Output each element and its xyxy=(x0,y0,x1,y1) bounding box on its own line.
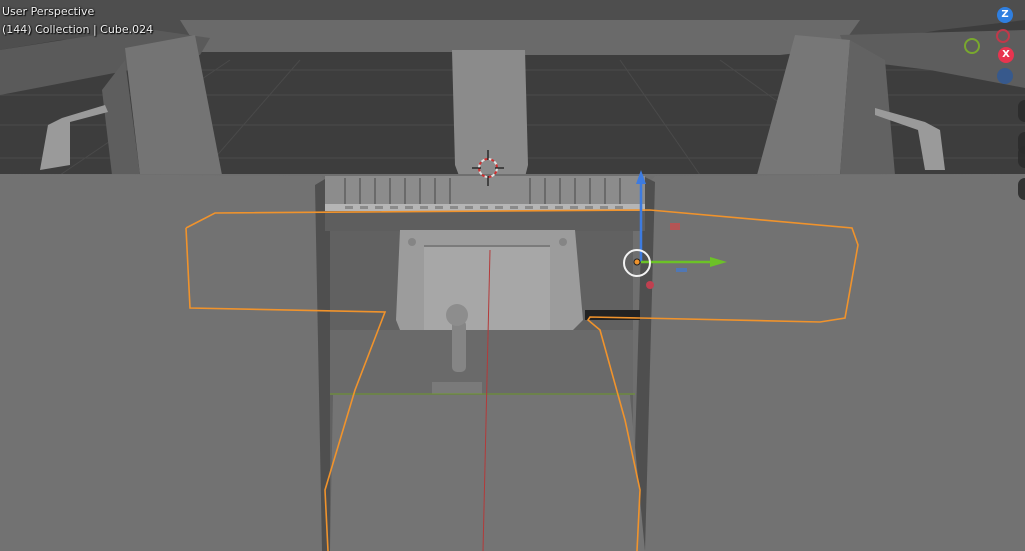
zoom-button[interactable] xyxy=(1018,100,1025,122)
gizmo-x-ball[interactable]: X xyxy=(998,47,1014,63)
gizmo-origin xyxy=(633,258,641,266)
viewport-info-label: (144) Collection | Cube.024 xyxy=(2,23,154,36)
gizmo-neg-x-ball[interactable] xyxy=(996,29,1010,43)
gizmo-plane-handle-x xyxy=(670,223,680,230)
gizmo-neg-z-ball[interactable] xyxy=(997,68,1013,84)
camera-view-button[interactable] xyxy=(1018,146,1025,168)
viewport-mode-label: User Perspective xyxy=(2,5,95,18)
gizmo-z-ball[interactable]: Z xyxy=(997,7,1013,23)
gizmo-neg-y-ball[interactable] xyxy=(964,38,980,54)
viewport-scene[interactable] xyxy=(0,0,1025,551)
gizmo-x-dot xyxy=(646,281,654,289)
3d-viewport[interactable]: User Perspective (144) Collection | Cube… xyxy=(0,0,1025,551)
perspective-toggle-button[interactable] xyxy=(1018,178,1025,200)
gizmo-plane-handle-y xyxy=(676,268,687,272)
